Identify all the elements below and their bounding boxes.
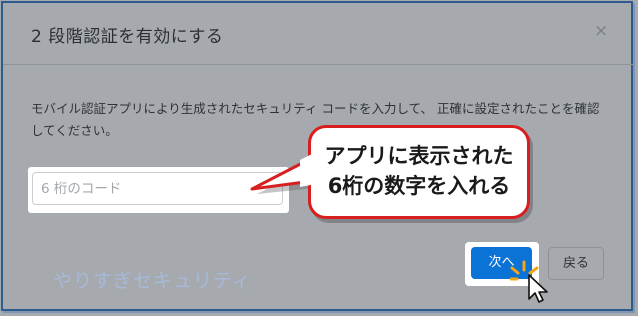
watermark-text: やりすぎセキュリティ <box>53 270 252 292</box>
mouse-pointer-icon <box>510 260 548 303</box>
